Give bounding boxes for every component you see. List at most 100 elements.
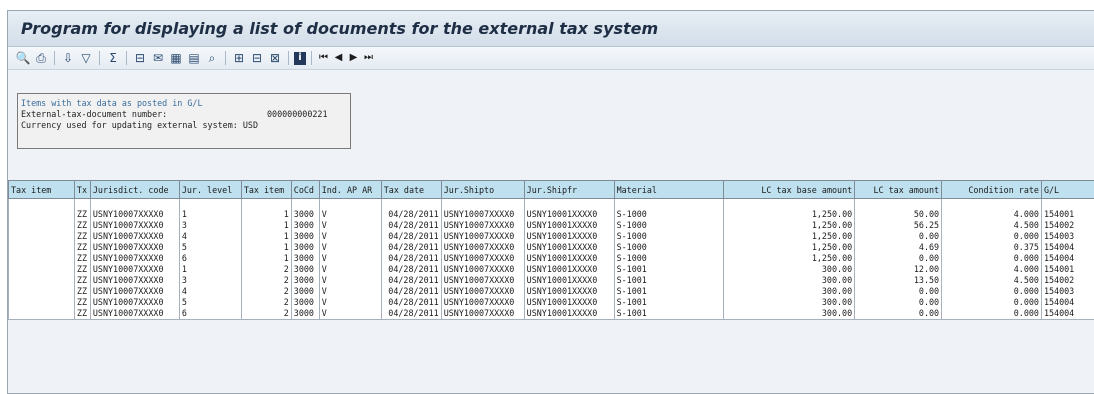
change-layout-icon[interactable]: ⊟ [249,50,265,66]
table-cell[interactable]: 154004 [1040,297,1094,308]
column-header-1[interactable]: Tx [73,180,91,199]
table-cell[interactable]: 04/28/2011 [380,275,442,286]
table-cell[interactable]: V [318,242,382,253]
choose-layout-icon[interactable]: ⊞ [231,50,247,66]
column-header-12[interactable]: LC tax amount [854,180,943,199]
column-header-8[interactable]: Jur.Shipto [440,180,525,199]
table-cell[interactable]: USNY10007XXXX0 [440,253,525,264]
table-cell[interactable]: USNY10001XXXX0 [523,209,615,220]
table-cell[interactable]: 300.00 [723,297,856,308]
table-cell[interactable]: USNY10001XXXX0 [523,297,615,308]
table-cell[interactable]: V [318,209,382,220]
column-header-5[interactable]: CoCd [290,180,320,199]
table-cell[interactable]: 2 [240,308,292,320]
last-page-icon[interactable]: ⏭ [362,50,375,66]
table-row[interactable]: ZZ USNY10007XXXX0 6 2 3000 V 04/28/2011 USNY100… [8,308,1094,320]
table-cell[interactable]: 154001 [1040,264,1094,275]
table-cell[interactable]: 3000 [290,286,320,297]
table-cell[interactable]: 3000 [290,308,320,320]
table-cell[interactable]: 4 [178,286,242,297]
table-cell[interactable]: 56.25 [854,220,943,231]
table-cell[interactable]: 154003 [1040,286,1094,297]
table-cell[interactable]: 3000 [290,253,320,264]
table-cell[interactable]: 3000 [290,231,320,242]
table-cell[interactable]: USNY10007XXXX0 [440,308,525,320]
table-cell[interactable]: 1 [178,264,242,275]
table-cell[interactable]: 154004 [1040,253,1094,264]
table-cell[interactable]: V [318,253,382,264]
layout-icon[interactable]: ▤ [186,50,202,66]
table-cell[interactable]: 6 [178,308,242,320]
table-cell[interactable]: 3000 [290,297,320,308]
table-cell[interactable]: ZZ [73,242,91,253]
table-cell[interactable]: 0.00 [854,253,943,264]
table-cell[interactable]: 1 [240,253,292,264]
table-cell[interactable]: USNY10001XXXX0 [523,286,615,297]
filter-icon[interactable]: ▽ [78,50,94,66]
table-cell[interactable]: 154004 [1040,308,1094,320]
print-icon[interactable]: ⎙ [33,50,49,66]
sort-ascending-icon[interactable]: ⇩ [60,50,76,66]
table-cell[interactable]: 3 [178,220,242,231]
table-cell[interactable]: USNY10007XXXX0 [89,308,180,320]
table-cell[interactable]: 04/28/2011 [380,286,442,297]
table-cell[interactable] [8,308,75,320]
table-cell[interactable]: 04/28/2011 [380,264,442,275]
table-cell[interactable]: ZZ [73,297,91,308]
table-cell[interactable]: 04/28/2011 [380,308,442,320]
table-cell[interactable]: 1 [240,220,292,231]
table-cell[interactable]: 154004 [1040,242,1094,253]
table-cell[interactable]: 1 [240,242,292,253]
table-cell[interactable]: 5 [178,297,242,308]
table-cell[interactable] [8,231,75,242]
table-cell[interactable]: 1,250.00 [723,209,856,220]
table-row[interactable]: ZZ USNY10007XXXX0 4 2 3000 V 04/28/2011 USNY100… [8,286,1094,297]
column-header-14[interactable]: G/L [1040,180,1094,199]
table-cell[interactable]: 2 [240,297,292,308]
column-header-11[interactable]: LC tax base amount [723,180,856,199]
table-cell[interactable]: USNY10007XXXX0 [89,253,180,264]
table-cell[interactable]: USNY10001XXXX0 [523,264,615,275]
table-cell[interactable]: 04/28/2011 [380,253,442,264]
save-layout-icon[interactable]: ⊠ [267,50,283,66]
table-cell[interactable]: 1,250.00 [723,231,856,242]
table-cell[interactable]: 2 [240,275,292,286]
table-row[interactable]: ZZ USNY10007XXXX0 1 2 3000 V 04/28/2011 USNY100… [8,264,1094,275]
next-page-icon[interactable]: ▶ [347,50,360,66]
table-cell[interactable]: 2 [240,264,292,275]
table-cell[interactable]: ZZ [73,231,91,242]
table-cell[interactable]: USNY10001XXXX0 [523,220,615,231]
table-cell[interactable]: ZZ [73,275,91,286]
table-cell[interactable]: 300.00 [723,308,856,320]
table-cell[interactable]: S-1000 [613,242,725,253]
spreadsheet-icon[interactable]: ▦ [168,50,184,66]
table-cell[interactable]: USNY10007XXXX0 [89,297,180,308]
table-cell[interactable]: 300.00 [723,286,856,297]
mail-icon[interactable]: ✉ [150,50,166,66]
table-cell[interactable]: ZZ [73,209,91,220]
table-cell[interactable]: 13.50 [854,275,943,286]
column-header-0[interactable]: Tax item [8,180,75,199]
table-cell[interactable] [8,264,75,275]
table-cell[interactable]: 4.000 [941,209,1042,220]
table-cell[interactable]: 154002 [1040,275,1094,286]
table-cell[interactable]: 154001 [1040,209,1094,220]
table-cell[interactable] [8,209,75,220]
table-cell[interactable]: 04/28/2011 [380,297,442,308]
table-cell[interactable]: 04/28/2011 [380,220,442,231]
table-row[interactable]: ZZ USNY10007XXXX0 4 1 3000 V 04/28/2011 USNY100… [8,231,1094,242]
details-icon[interactable]: 🔍 [15,50,31,66]
table-cell[interactable]: USNY10007XXXX0 [440,297,525,308]
table-cell[interactable]: ZZ [73,220,91,231]
table-cell[interactable]: USNY10001XXXX0 [523,308,615,320]
table-cell[interactable]: 4.500 [941,220,1042,231]
table-cell[interactable]: 0.00 [854,308,943,320]
previous-page-icon[interactable]: ◀ [332,50,345,66]
table-cell[interactable] [8,242,75,253]
table-cell[interactable]: S-1001 [613,275,725,286]
table-cell[interactable]: V [318,297,382,308]
table-cell[interactable]: 300.00 [723,264,856,275]
table-cell[interactable]: 3000 [290,209,320,220]
table-cell[interactable]: S-1000 [613,209,725,220]
total-icon[interactable]: Σ [105,50,121,66]
